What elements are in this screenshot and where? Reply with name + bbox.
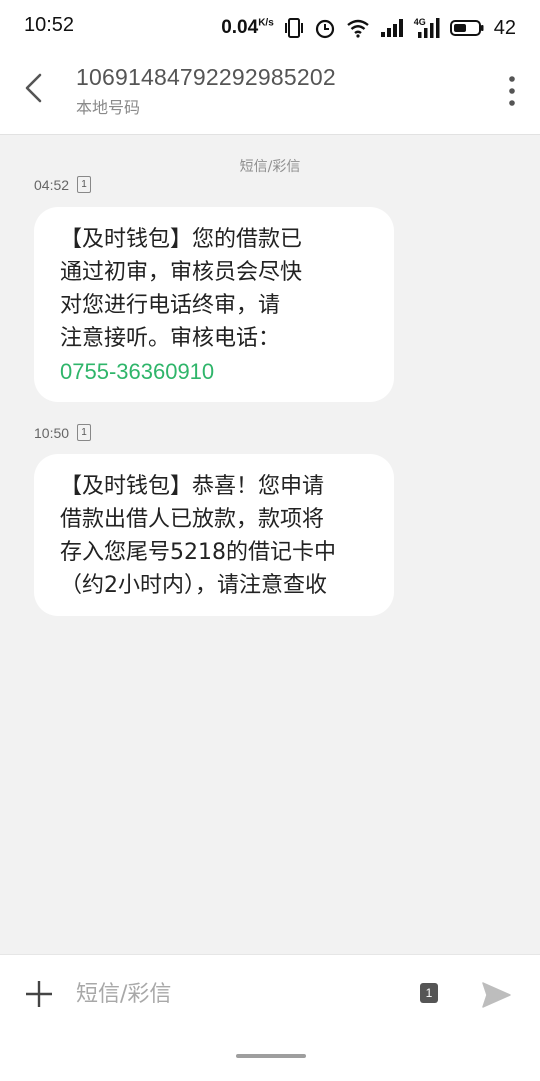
status-bar: 10:52 0.04K/s 4G 42: [0, 0, 540, 56]
message-line: （约2小时内），请注意查收: [60, 573, 327, 598]
message-meta: 04:52 1: [34, 176, 92, 193]
signal-2-icon: [417, 18, 440, 38]
network-speed-value: 0.04: [221, 17, 259, 38]
network-type-icon: 4G: [414, 17, 440, 39]
network-speed: 0.04K/s: [221, 17, 274, 39]
message-line: 【及时钱包】恭喜！您申请: [60, 474, 325, 499]
vibrate-icon: [284, 18, 303, 38]
message-line: 存入您尾号5218的借记卡中: [60, 540, 336, 565]
message-line: 【及时钱包】您的借款已: [60, 227, 303, 252]
status-icons: 0.04K/s 4G 42: [221, 12, 516, 44]
home-indicator[interactable]: [236, 1054, 306, 1058]
signal-icon: [380, 19, 403, 37]
wifi-icon: [347, 19, 369, 38]
more-vertical-icon: [509, 76, 515, 106]
add-attachment-button[interactable]: [24, 979, 54, 1009]
message-line: 通过初审，审核员会尽快: [60, 260, 303, 285]
sim-select-button[interactable]: 1: [420, 983, 438, 1003]
message-meta: 10:50 1: [34, 424, 92, 441]
message-line: 对您进行电话终审，请: [60, 293, 281, 318]
back-arrow-icon: [25, 73, 42, 103]
sim-card-icon: 1: [77, 424, 92, 441]
message-bubble[interactable]: 【及时钱包】恭喜！您申请 借款出借人已放款，款项将 存入您尾号5218的借记卡中…: [34, 454, 394, 616]
message-line: 注意接听。审核电话：: [60, 326, 281, 351]
alarm-icon: [315, 19, 334, 39]
phone-number-link[interactable]: 0755-36360910: [60, 355, 368, 388]
contact-number: 10691484792292985202: [76, 64, 336, 90]
message-time: 10:50: [34, 424, 70, 441]
channel-label: 短信/彩信: [239, 159, 301, 175]
sim-card-icon: 1: [77, 176, 92, 193]
battery-level: 42: [493, 16, 516, 39]
message-time: 04:52: [34, 176, 70, 193]
network-speed-unit: K/s: [258, 17, 274, 29]
back-button[interactable]: [16, 70, 52, 106]
message-list[interactable]: 短信/彩信 04:52 1 【及时钱包】您的借款已 通过初审，审核员会尽快 对您…: [0, 135, 540, 955]
send-button[interactable]: [480, 979, 512, 1011]
message-input[interactable]: [76, 975, 396, 1013]
plus-icon: [26, 981, 52, 1007]
message-line: 借款出借人已放款，款项将: [60, 507, 325, 532]
compose-bar: 1: [0, 954, 540, 1081]
conversation-header: 10691484792292985202 本地号码: [0, 56, 540, 135]
battery-icon: [449, 20, 484, 36]
status-time: 10:52: [24, 14, 75, 36]
more-options-button[interactable]: [504, 74, 520, 108]
message-bubble[interactable]: 【及时钱包】您的借款已 通过初审，审核员会尽快 对您进行电话终审，请 注意接听。…: [34, 207, 394, 402]
contact-subtitle: 本地号码: [76, 98, 141, 117]
send-icon: [482, 982, 511, 1008]
